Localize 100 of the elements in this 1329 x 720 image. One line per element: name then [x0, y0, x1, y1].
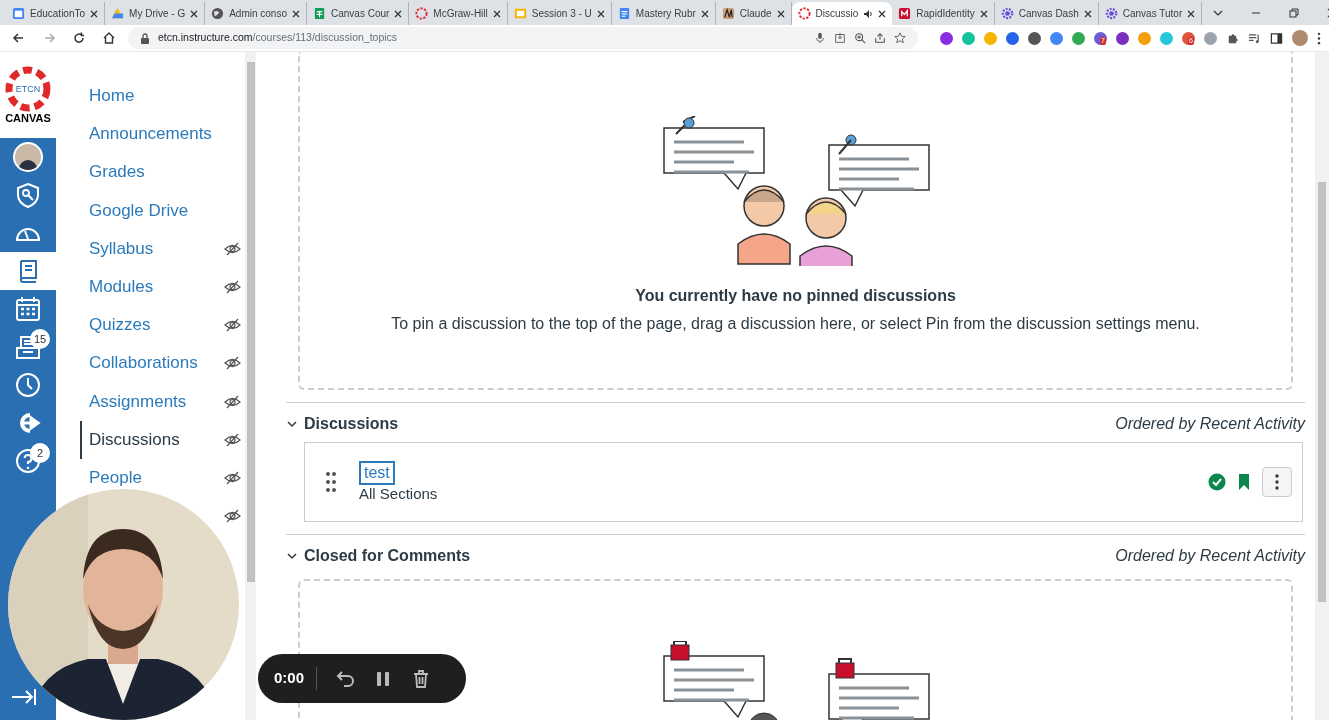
ring-icon	[797, 7, 811, 20]
tab-title: Canvas Dash	[1018, 7, 1079, 21]
discussion-link[interactable]: test	[359, 461, 395, 485]
close-icon[interactable]	[394, 9, 403, 18]
slides-icon	[513, 7, 527, 20]
bookmark-icon[interactable]	[1238, 474, 1250, 490]
tab-title: Admin conso	[229, 7, 287, 21]
course-nav-link[interactable]: Assignments	[82, 391, 187, 412]
chevron-down-icon[interactable]	[286, 550, 298, 562]
close-icon[interactable]	[291, 9, 300, 18]
tab-title: Discussio	[815, 7, 859, 21]
extension-icon[interactable]	[940, 31, 953, 45]
collapse-icon	[10, 687, 38, 707]
speaker-icon[interactable]	[863, 8, 874, 19]
tab-title: Session 3 - U	[531, 7, 592, 21]
published-icon[interactable]	[1208, 473, 1226, 491]
restore-icon[interactable]	[1288, 7, 1301, 19]
calendar-icon	[14, 295, 42, 323]
shield-icon	[14, 181, 42, 209]
logo-text: CANVAS	[5, 112, 51, 124]
global-nav-item[interactable]: 15	[0, 328, 56, 366]
course-nav-link[interactable]: Modules	[82, 277, 154, 298]
section-heading: Discussions	[304, 414, 399, 434]
reload-icon[interactable]	[72, 31, 86, 45]
square-icon	[898, 7, 912, 20]
close-icon[interactable]	[1083, 9, 1092, 18]
empty-state-text: To pin a discussion to the top of the page, drag a discussion here, or select Pin from the discussion settings menu.	[391, 314, 1200, 334]
extension-icon[interactable]	[1116, 31, 1129, 45]
close-icon[interactable]	[492, 9, 501, 18]
close-icon[interactable]	[1187, 9, 1196, 18]
logo-icon[interactable]: ETCN	[5, 66, 51, 112]
globe-icon	[211, 7, 225, 20]
section-heading: Closed for Comments	[304, 546, 471, 566]
close-icon[interactable]	[700, 9, 709, 18]
browser-tab[interactable]: Discussio	[791, 2, 893, 25]
install-icon[interactable]	[834, 32, 846, 44]
share-icon[interactable]	[874, 32, 886, 44]
letters-icon	[721, 7, 735, 20]
puzzle-icon[interactable]	[1226, 31, 1239, 45]
tab-title: Claude	[739, 7, 772, 21]
side-panel-icon[interactable]	[1270, 31, 1283, 45]
spreadsheet-icon	[312, 7, 326, 20]
close-icon[interactable]	[596, 9, 605, 18]
close-icon[interactable]	[90, 9, 99, 18]
course-nav-link[interactable]: Google Drive	[82, 200, 189, 221]
close-icon[interactable]	[878, 9, 887, 18]
kebab-icon	[1275, 474, 1279, 490]
microphone-icon[interactable]	[814, 32, 826, 44]
course-nav-link[interactable]: Announcements	[82, 124, 212, 145]
sort-order-text: Ordered by Recent Activity	[1115, 546, 1305, 566]
gear-icon	[1000, 7, 1014, 20]
undo-icon[interactable]	[335, 668, 356, 689]
course-nav-link[interactable]: People	[82, 467, 142, 488]
address-bar[interactable]: etcn.instructure.com/courses/113/discussion_topics	[128, 27, 918, 49]
recording-time: 0:00	[274, 667, 318, 690]
section-text: All Sections	[359, 485, 438, 503]
empty-state-title: You currently have no pinned discussions	[635, 286, 956, 306]
home-icon[interactable]	[102, 31, 116, 45]
settings-menu-button[interactable]	[1262, 467, 1292, 497]
drag-handle-icon[interactable]	[325, 471, 337, 493]
menu-icon[interactable]	[1317, 31, 1321, 45]
help-icon	[14, 447, 42, 475]
global-nav-item[interactable]: 2	[0, 442, 56, 480]
close-icon[interactable]	[776, 9, 785, 18]
collapse-nav-button[interactable]	[10, 686, 38, 708]
tab-title: Mastery Rubr	[635, 7, 696, 21]
tab-title: RapidIdentity	[916, 7, 975, 21]
document-icon	[617, 7, 631, 20]
close-icon[interactable]	[979, 9, 988, 18]
tab-title: Canvas Tutor	[1122, 7, 1183, 21]
course-nav-link[interactable]: Home	[82, 86, 135, 107]
calendar-icon	[12, 7, 25, 20]
extension-icon[interactable]	[1028, 31, 1041, 45]
close-icon[interactable]	[190, 9, 199, 18]
extension-icon[interactable]	[1006, 31, 1019, 45]
tab-title: Canvas Cour	[330, 7, 390, 21]
course-nav-link[interactable]: Collaborations	[82, 353, 198, 374]
course-nav-link[interactable]: Quizzes	[82, 315, 151, 336]
lock-icon	[140, 32, 150, 44]
course-nav-link[interactable]: Discussions	[82, 429, 180, 450]
tab-title: EducationTo	[30, 7, 86, 21]
avatar	[13, 142, 43, 172]
back-icon[interactable]	[12, 31, 26, 45]
tab-title: McGraw-Hill	[433, 7, 488, 21]
course-nav-link[interactable]: Syllabus	[82, 238, 154, 259]
extension-icon[interactable]	[1050, 31, 1063, 45]
notification-badge: 15	[30, 329, 50, 349]
sort-order-text: Ordered by Recent Activity	[1115, 414, 1305, 434]
gear-icon	[1104, 7, 1118, 20]
clock-icon	[14, 371, 42, 399]
triangle-icon	[111, 7, 125, 20]
chevron-down-icon[interactable]	[286, 418, 298, 430]
course-nav-link[interactable]: Grades	[82, 162, 145, 183]
ring-icon	[415, 7, 429, 20]
profile-avatar[interactable]	[1292, 30, 1308, 46]
media-icon[interactable]	[1248, 31, 1261, 45]
notification-badge: 2	[30, 443, 50, 463]
star-icon[interactable]	[894, 32, 906, 44]
zoom-icon[interactable]	[854, 32, 866, 44]
tab-title: My Drive - G	[129, 7, 186, 21]
